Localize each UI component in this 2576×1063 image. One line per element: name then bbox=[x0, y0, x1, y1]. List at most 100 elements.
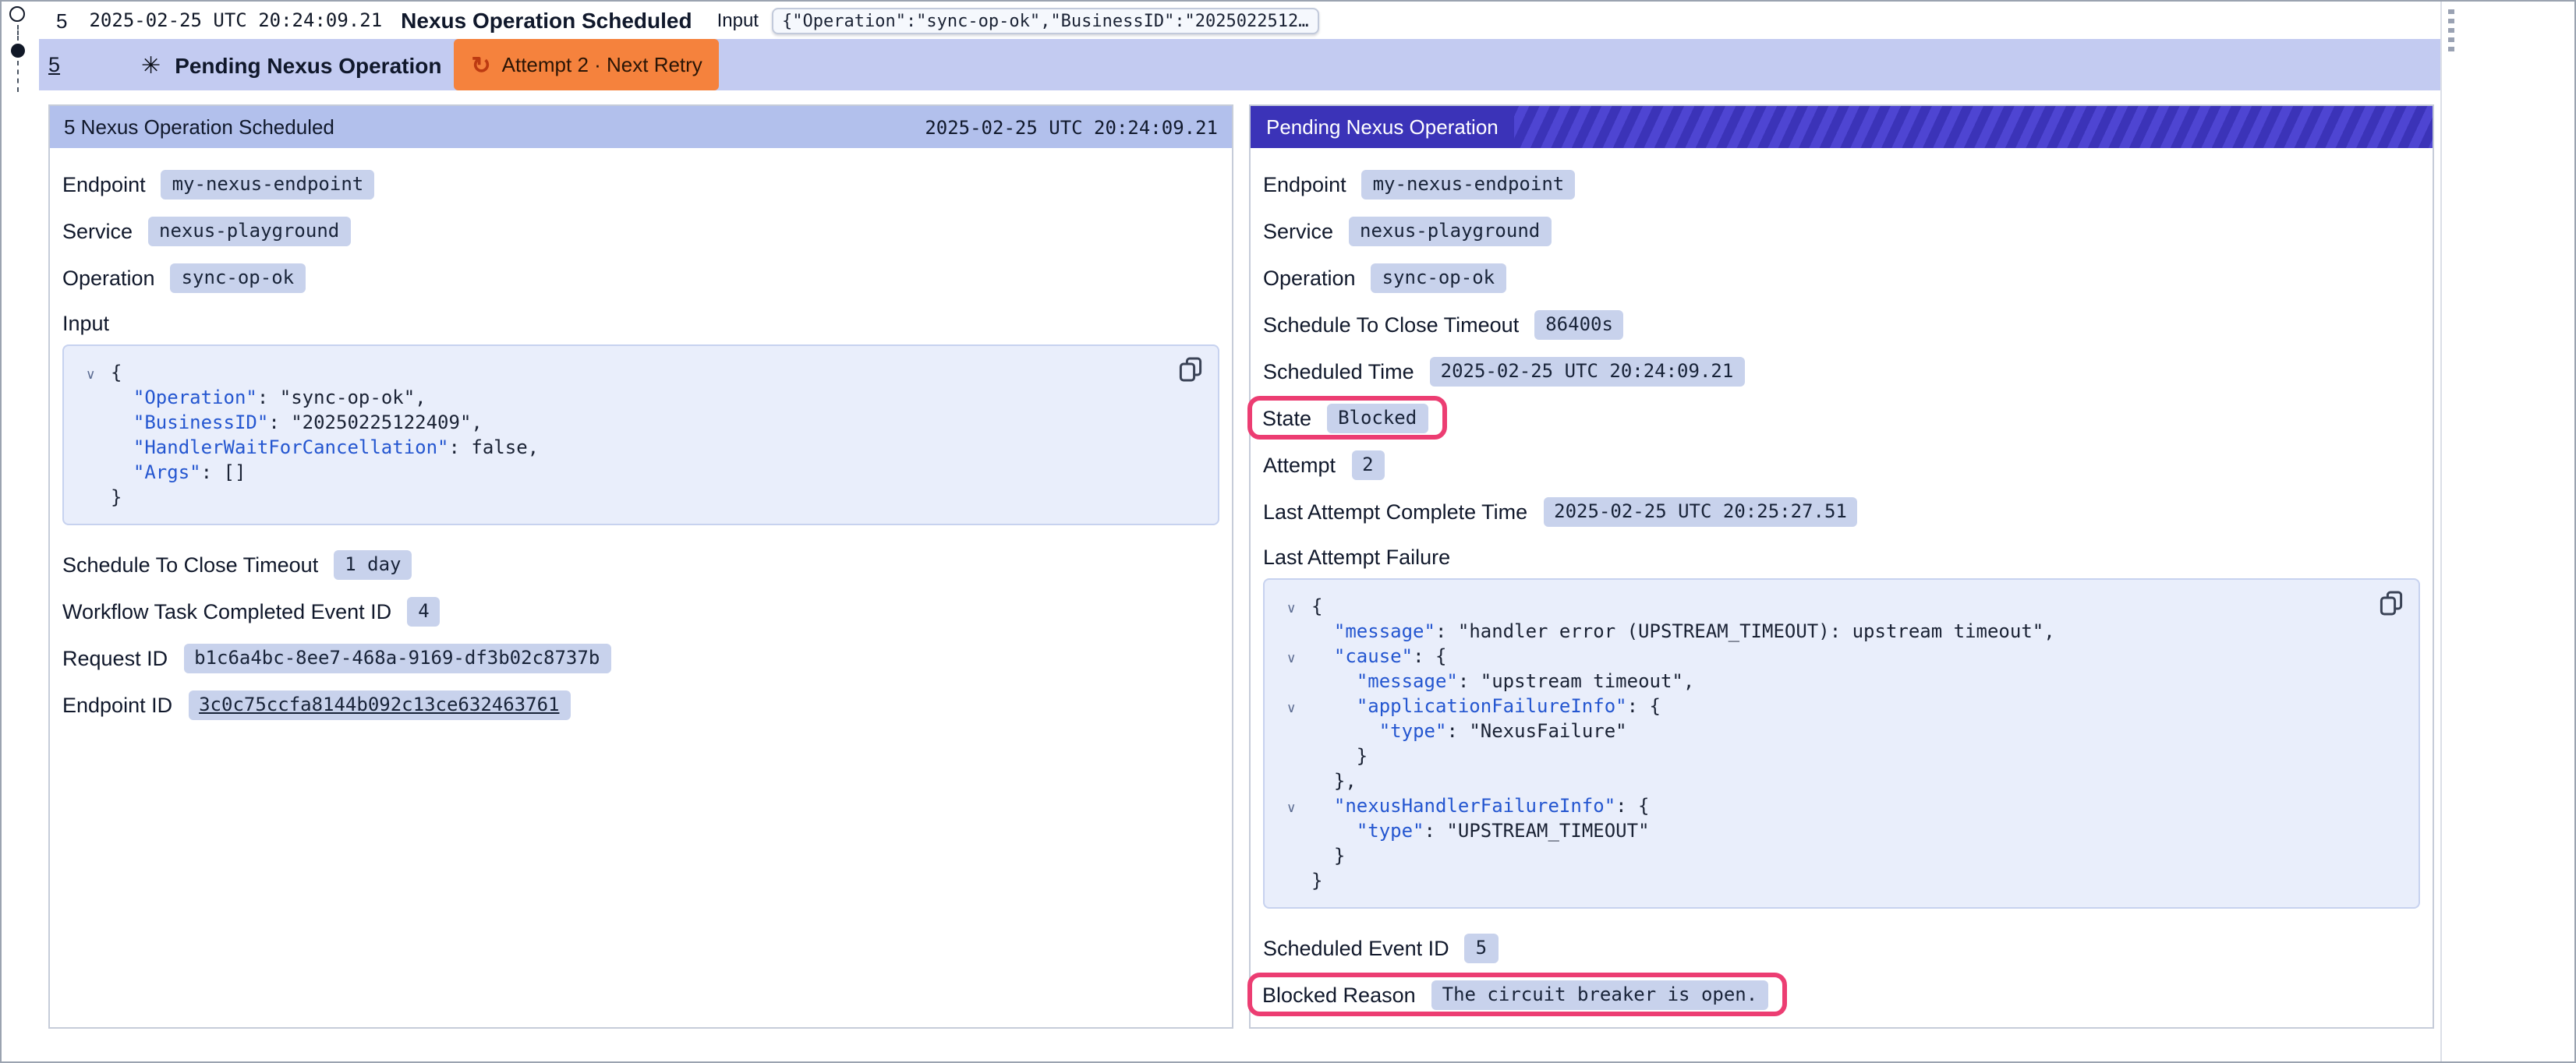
field-value-chip: 86400s bbox=[1534, 309, 1624, 339]
field-row-schedule-to-close-timeout: Schedule To Close Timeout 86400s bbox=[1263, 301, 2420, 348]
field-label: Last Attempt Failure bbox=[1263, 538, 2420, 575]
field-label: Last Attempt Complete Time bbox=[1263, 500, 1527, 523]
collapse-chevron-icon[interactable]: ∨ bbox=[1286, 796, 1296, 821]
collapse-chevron-icon[interactable]: ∨ bbox=[1286, 597, 1296, 622]
json-key: "Args" bbox=[133, 461, 201, 483]
json-line: "HandlerWaitForCancellation": false, bbox=[111, 435, 1155, 460]
field-value-chip: 2025-02-25 UTC 20:24:09.21 bbox=[1430, 356, 1745, 386]
annotation-highlight: StateBlocked bbox=[1247, 396, 1446, 440]
field-value-chip: sync-op-ok bbox=[171, 263, 306, 292]
field-value-chip: my-nexus-endpoint bbox=[1362, 169, 1576, 199]
pending-event-id-link[interactable]: 5 bbox=[48, 53, 60, 76]
field-label: Input bbox=[62, 304, 1219, 341]
field-row-endpoint-id: Endpoint ID 3c0c75ccfa8144b092c13ce632463… bbox=[62, 681, 1219, 728]
json-key: "type" bbox=[1357, 820, 1424, 842]
attempt-badge-label: Attempt 2 · Next Retry bbox=[502, 53, 702, 76]
json-key: "cause" bbox=[1334, 645, 1413, 667]
scrollbar-track[interactable] bbox=[2440, 2, 2442, 1061]
field-value-chip: nexus-playground bbox=[1349, 216, 1551, 245]
json-key: "Operation" bbox=[133, 387, 257, 408]
copy-icon bbox=[1178, 357, 1201, 382]
timeline-node-open-icon[interactable] bbox=[9, 6, 25, 22]
copy-button[interactable] bbox=[2376, 591, 2404, 619]
json-line: ∨ "cause": { bbox=[1311, 644, 2356, 669]
field-value-chip: The circuit breaker is open. bbox=[1431, 980, 1769, 1009]
field-value-link[interactable]: 3c0c75ccfa8144b092c13ce632463761 bbox=[188, 690, 570, 719]
panel-body: Endpointmy-nexus-endpointServicenexus-pl… bbox=[50, 148, 1232, 737]
pending-operation-row[interactable]: 5 ✳ Pending Nexus Operation ↻ Attempt 2 … bbox=[39, 39, 2442, 90]
field-row-service: Service nexus-playground bbox=[1263, 207, 2420, 254]
field-label: Schedule To Close Timeout bbox=[62, 553, 318, 576]
field-label: Service bbox=[1263, 219, 1333, 242]
field-row-workflow-task-completed-event-id: Workflow Task Completed Event ID4 bbox=[62, 588, 1219, 634]
attempt-badge: ↻ Attempt 2 · Next Retry bbox=[454, 39, 719, 90]
json-line: }, bbox=[1311, 768, 2356, 793]
json-key: "nexusHandlerFailureInfo" bbox=[1334, 795, 1615, 817]
event-detail-panels: 5 Nexus Operation Scheduled 2025-02-25 U… bbox=[39, 90, 2442, 1029]
event-summary-row[interactable]: 5 2025-02-25 UTC 20:24:09.21 Nexus Opera… bbox=[39, 2, 2442, 39]
field-label: Endpoint bbox=[62, 172, 146, 196]
field-value-chip: 2025-02-25 UTC 20:25:27.51 bbox=[1543, 496, 1858, 526]
field-value-chip: Blocked bbox=[1327, 403, 1428, 433]
json-line: ∨ "applicationFailureInfo": { bbox=[1311, 694, 2356, 719]
field-value-chip: 2 bbox=[1351, 450, 1384, 479]
field-row-endpoint: Endpointmy-nexus-endpoint bbox=[62, 161, 1219, 207]
field-row-operation: Operation sync-op-ok bbox=[62, 254, 1219, 301]
event-id: 5 bbox=[56, 9, 67, 32]
event-detail-panel-pending: Pending Nexus Operation Endpoint my-nexus… bbox=[1249, 104, 2434, 1029]
json-line: ∨ "nexusHandlerFailureInfo": { bbox=[1311, 793, 2356, 818]
timeline-node-dot-icon[interactable] bbox=[10, 44, 24, 58]
input-label: Input bbox=[717, 9, 759, 31]
json-key: "message" bbox=[1357, 670, 1458, 692]
json-key: "message" bbox=[1334, 620, 1435, 642]
field-label: Operation bbox=[62, 266, 155, 289]
json-line: ∨{ bbox=[111, 360, 1155, 385]
field-row-request-id: Request IDb1c6a4bc-8ee7-468a-9169-df3b02… bbox=[62, 634, 1219, 681]
field-value-chip: 5 bbox=[1465, 933, 1498, 962]
field-row-attempt: Attempt2 bbox=[1263, 441, 2420, 488]
json-line: "BusinessID": "20250225122409", bbox=[111, 410, 1155, 435]
json-line: "message": "upstream timeout", bbox=[1311, 669, 2356, 694]
timeline-connector bbox=[16, 61, 18, 92]
field-value-chip: nexus-playground bbox=[148, 216, 350, 245]
panel-timestamp: 2025-02-25 UTC 20:24:09.21 bbox=[925, 116, 1218, 138]
copy-icon bbox=[2379, 591, 2402, 616]
field-label: Blocked Reason bbox=[1262, 983, 1416, 1006]
field-value-chip: 1 day bbox=[334, 549, 412, 579]
panel-header[interactable]: 5 Nexus Operation Scheduled 2025-02-25 U… bbox=[50, 106, 1232, 148]
panel-body: Endpoint my-nexus-endpoint Service nexus-pl… bbox=[1251, 148, 2433, 1027]
field-label: Endpoint ID bbox=[62, 693, 172, 716]
json-line: "message": "handler error (UPSTREAM_TIME… bbox=[1311, 619, 2356, 644]
json-line: ∨{ bbox=[1311, 594, 2356, 619]
field-value-chip: 4 bbox=[407, 596, 440, 626]
json-line: } bbox=[1311, 743, 2356, 768]
field-row-scheduled-event-id: Scheduled Event ID 5 bbox=[1263, 924, 2420, 971]
scrollbar-thumb[interactable] bbox=[2448, 9, 2454, 51]
timeline-rail bbox=[2, 2, 39, 101]
event-list: 5 2025-02-25 UTC 20:24:09.21 Nexus Opera… bbox=[39, 2, 2442, 1029]
field-label: Endpoint bbox=[1263, 172, 1346, 196]
collapse-chevron-icon[interactable]: ∨ bbox=[1286, 697, 1296, 722]
field-row-endpoint: Endpoint my-nexus-endpoint bbox=[1263, 161, 2420, 207]
field-label: Scheduled Event ID bbox=[1263, 936, 1449, 959]
field-row-blocked-reason: Blocked Reason The circuit breaker is ope… bbox=[1263, 971, 2420, 1018]
json-viewer: ∨{ "message": "handler error (UPSTREAM_T… bbox=[1263, 578, 2420, 909]
field-label: Schedule To Close Timeout bbox=[1263, 313, 1519, 336]
json-key: "type" bbox=[1379, 720, 1447, 742]
event-timestamp: 2025-02-25 UTC 20:24:09.21 bbox=[89, 9, 382, 31]
event-detail-panel-scheduled: 5 Nexus Operation Scheduled 2025-02-25 U… bbox=[48, 104, 1233, 1029]
collapse-chevron-icon[interactable]: ∨ bbox=[1286, 647, 1296, 672]
field-label: Request ID bbox=[62, 646, 168, 669]
copy-button[interactable] bbox=[1176, 357, 1204, 385]
json-viewer: ∨{ "Operation": "sync-op-ok", "BusinessI… bbox=[62, 344, 1219, 525]
json-line: } bbox=[1311, 868, 2356, 893]
field-row-scheduled-time: Scheduled Time2025-02-25 UTC 20:24:09.21 bbox=[1263, 348, 2420, 394]
panel-header[interactable]: Pending Nexus Operation bbox=[1251, 106, 2433, 148]
json-line: } bbox=[1311, 843, 2356, 868]
collapse-chevron-icon[interactable]: ∨ bbox=[86, 363, 95, 388]
json-key: "HandlerWaitForCancellation" bbox=[133, 436, 449, 458]
json-key: "BusinessID" bbox=[133, 411, 268, 433]
event-title: Nexus Operation Scheduled bbox=[401, 8, 692, 33]
input-preview-chip: {"Operation":"sync-op-ok","BusinessID":"… bbox=[771, 7, 1320, 34]
json-line: "Args": [] bbox=[111, 460, 1155, 485]
